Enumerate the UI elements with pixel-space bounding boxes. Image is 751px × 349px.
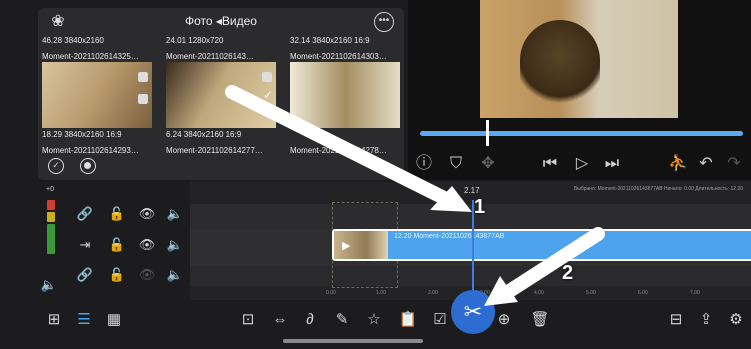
- picker-header: ❀ Фото ◂Видео •••: [38, 8, 404, 36]
- media-meta: 46.28 3840x2160: [42, 36, 104, 45]
- undo-icon[interactable]: ↶: [694, 152, 718, 176]
- skip-back-icon[interactable]: ⏮: [538, 152, 562, 176]
- level-segment: [47, 224, 55, 254]
- timeline: Выбрано: Moment-20211026143877АВ Начало:…: [190, 182, 751, 300]
- overlay-icon: [138, 72, 148, 82]
- speaker-icon[interactable]: 🔈: [166, 236, 184, 254]
- fit-icon[interactable]: ⇔: [270, 310, 290, 330]
- move-icon[interactable]: ✥: [476, 152, 500, 176]
- clip-info: Выбрано: Moment-20211026143877АВ Начало:…: [573, 186, 743, 192]
- media-meta: 32.14 3840x2160 16:9: [290, 36, 370, 45]
- redo-icon[interactable]: ↷: [722, 152, 746, 176]
- play-icon: ▶: [342, 240, 351, 252]
- video-clip[interactable]: ▶ 12.20 Moment-20211026143877АВ: [332, 229, 751, 261]
- media-picker: ❀ Фото ◂Видео ••• 46.28 3840x2160 24.01 …: [38, 8, 404, 180]
- annotation-label-2: 2: [562, 262, 574, 284]
- video-preview: ⓘ ⛉ ✥ ⏮ ▷ ⏭ ⛹ ↶ ↷: [408, 0, 751, 180]
- media-meta: 18.29 3840x2160 16:9: [42, 130, 122, 139]
- level-label: +0: [46, 186, 54, 193]
- overlay-track[interactable]: [190, 204, 751, 230]
- picker-title[interactable]: Фото ◂Видео: [38, 14, 404, 28]
- level-segment: [47, 200, 55, 210]
- speaker-icon[interactable]: 🔈: [166, 205, 184, 223]
- cut-button[interactable]: ✂: [451, 290, 495, 334]
- shield-icon[interactable]: ⛉: [444, 152, 468, 176]
- clip-label: 12.20 Moment-20211026143877АВ: [394, 233, 505, 240]
- annotation-label-1: 1: [474, 196, 486, 218]
- trash-icon[interactable]: 🗑: [530, 310, 550, 330]
- link-icon[interactable]: 🔗: [76, 205, 94, 223]
- record-icon[interactable]: [80, 158, 96, 174]
- lock-icon[interactable]: 🔓: [108, 266, 126, 284]
- speaker-icon[interactable]: 🔈: [40, 276, 58, 294]
- star-icon[interactable]: ☆: [364, 310, 384, 330]
- link-icon[interactable]: 🔗: [76, 266, 94, 284]
- import-icon[interactable]: ⊞: [44, 310, 64, 330]
- media-filename: Moment-2021102614277…: [166, 146, 263, 155]
- layout-icon[interactable]: ⊟: [666, 310, 686, 330]
- eye-icon[interactable]: 👁: [138, 205, 156, 223]
- skip-forward-icon[interactable]: ⏭: [600, 152, 624, 176]
- square-icon: [138, 94, 148, 104]
- link-icon[interactable]: ∂: [300, 310, 320, 330]
- gear-icon[interactable]: ⚙: [726, 310, 746, 330]
- media-thumbnail[interactable]: [290, 62, 400, 128]
- media-filename: Moment-20211026143…: [166, 52, 254, 61]
- add-clip-icon[interactable]: ⊡: [238, 310, 258, 330]
- clipboard-icon[interactable]: 📋: [398, 310, 418, 330]
- playhead-time: 2.17: [464, 186, 480, 195]
- time-tick: 6.00: [638, 290, 648, 296]
- pencil-icon[interactable]: ✎: [332, 310, 352, 330]
- media-filename: Moment-2021102614278…: [290, 146, 387, 155]
- person-icon[interactable]: ⛹: [666, 152, 690, 176]
- media-meta: 24.01 1280x720: [166, 36, 224, 45]
- time-tick: 0.00: [326, 290, 336, 296]
- grid-icon[interactable]: ▦: [104, 310, 124, 330]
- add-icon[interactable]: ⊕: [494, 310, 514, 330]
- attach-icon[interactable]: ⇥: [76, 236, 94, 254]
- app-window: ⓘ ⛉ ✥ ⏮ ▷ ⏭ ⛹ ↶ ↷ ❀ Фото ◂Видео ••• 46.2…: [0, 0, 751, 349]
- home-indicator: [283, 339, 423, 343]
- square-icon: [262, 106, 272, 116]
- level-meter: [44, 200, 58, 256]
- media-filename: Moment-2021102614325…: [42, 52, 139, 61]
- preview-scrub-handle[interactable]: [486, 120, 489, 146]
- level-segment: [47, 212, 55, 222]
- media-filename: Moment-2021102614303…: [290, 52, 387, 61]
- preview-scrubber[interactable]: [420, 131, 743, 136]
- preview-frame: [480, 0, 678, 118]
- lock-icon[interactable]: 🔓: [108, 236, 126, 254]
- checkmark-icon: ✓: [262, 88, 273, 102]
- time-tick: 1.00: [376, 290, 386, 296]
- audio-track[interactable]: [190, 266, 751, 286]
- preview-controls: ⓘ ⛉ ✥ ⏮ ▷ ⏭ ⛹ ↶ ↷: [408, 150, 751, 180]
- time-tick: 5.00: [586, 290, 596, 296]
- checkbox-icon[interactable]: ☑: [430, 310, 450, 330]
- play-icon[interactable]: ▷: [570, 152, 594, 176]
- overlay-icon: [262, 72, 272, 82]
- media-thumbnail[interactable]: [42, 62, 152, 128]
- media-filename: Moment-2021102614293…: [42, 146, 139, 155]
- select-all-icon[interactable]: ✓: [48, 158, 64, 174]
- eye-icon[interactable]: 👁: [138, 236, 156, 254]
- time-tick: 2.00: [428, 290, 438, 296]
- ellipsis-icon[interactable]: •••: [374, 12, 394, 32]
- time-tick: 4.00: [534, 290, 544, 296]
- eye-icon[interactable]: 👁: [138, 266, 156, 284]
- info-icon[interactable]: ⓘ: [412, 152, 436, 176]
- media-thumbnail-selected[interactable]: ✓: [166, 62, 276, 128]
- preview-image: [520, 20, 600, 110]
- speaker-icon[interactable]: 🔈: [166, 266, 184, 284]
- list-icon[interactable]: ☰: [74, 310, 94, 330]
- media-meta: 6.24 3840x2160 16:9: [166, 130, 242, 139]
- time-tick: 7.00: [690, 290, 700, 296]
- lock-icon[interactable]: 🔓: [108, 205, 126, 223]
- share-icon[interactable]: ⇪: [696, 310, 716, 330]
